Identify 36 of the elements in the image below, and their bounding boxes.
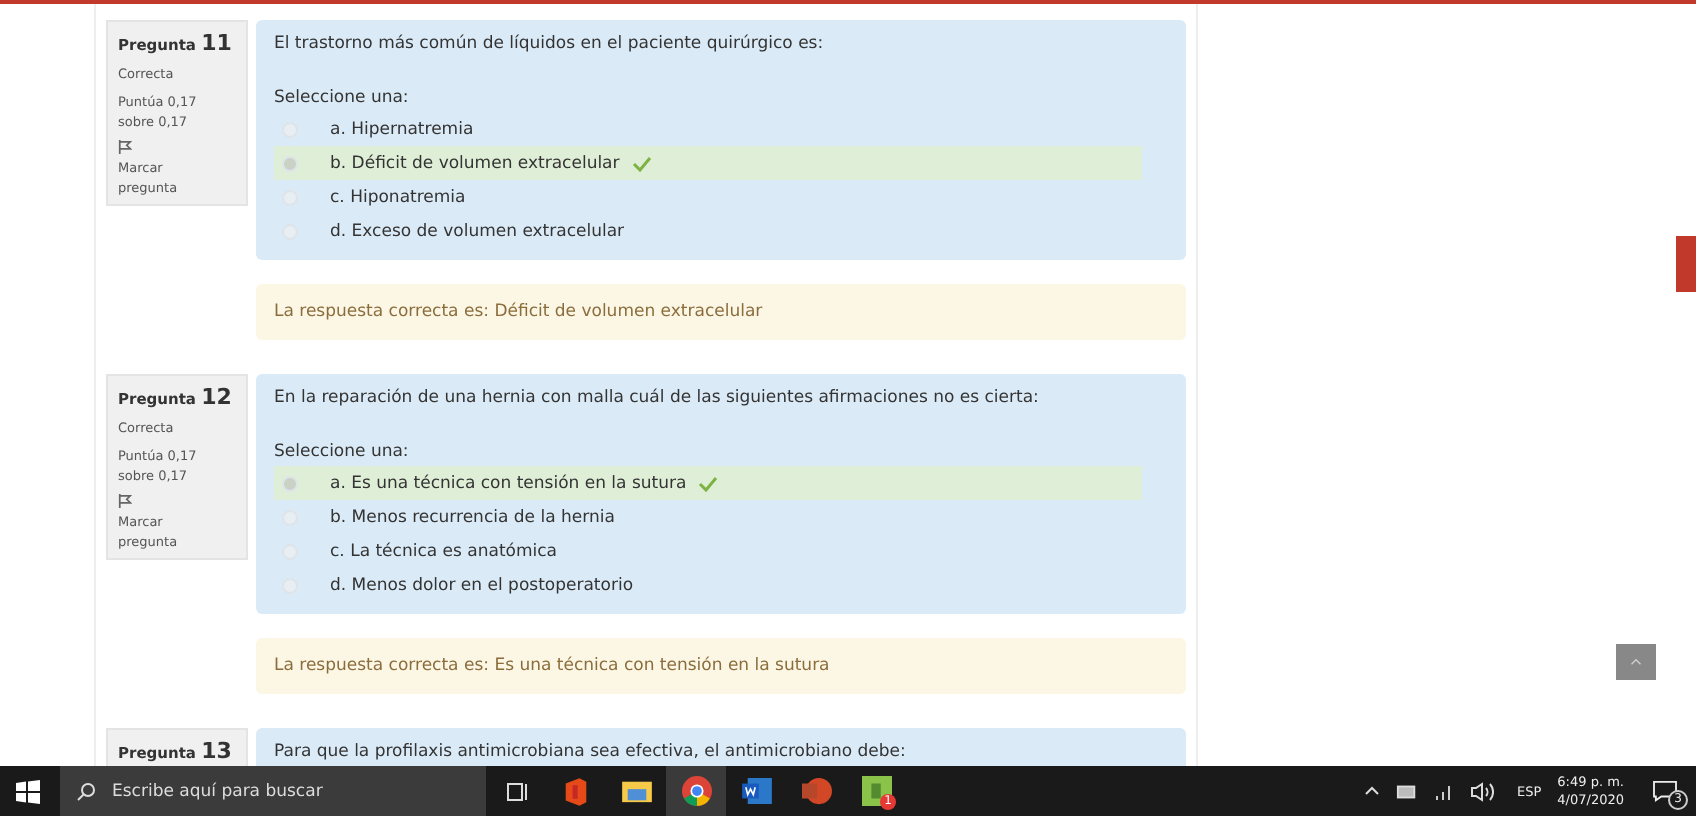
radio-button[interactable]	[282, 155, 298, 171]
question-text: En la reparación de una hernia con malla cuál de las siguientes afirmaciones no es cierta:	[274, 388, 1041, 412]
answer-option[interactable]: a. Es una técnica con tensión en la sutura	[274, 466, 1142, 500]
question-text: Para que la profilaxis antimicrobiana sea efectiva, el antimicrobiano debe:	[274, 742, 908, 766]
check-icon	[631, 155, 652, 171]
answer-prompt: Seleccione una:	[274, 442, 411, 466]
answer-option[interactable]: d. Exceso de volumen extracelular	[274, 214, 1142, 248]
radio-button[interactable]	[282, 475, 298, 491]
correct-answer-text: La respuesta correcta es: Déficit de volumen extracelular	[274, 302, 763, 322]
answer-option[interactable]: a. Hipernatremia	[274, 112, 1142, 146]
question-text: El trastorno más común de líquidos en el paciente quirúrgico es:	[274, 34, 826, 58]
chevron-up-icon[interactable]	[1363, 786, 1379, 796]
task-view-icon[interactable]	[506, 781, 530, 801]
folder-icon	[621, 778, 651, 804]
chrome-icon	[681, 776, 711, 806]
volume-icon[interactable]	[1469, 781, 1493, 801]
search-field[interactable]: Escribe aquí para buscar	[60, 766, 486, 816]
check-icon	[698, 475, 719, 491]
taskbar-button[interactable]	[666, 766, 726, 816]
flag-icon[interactable]	[118, 140, 132, 154]
answer-option[interactable]: d. Menos dolor en el postoperatorio	[274, 568, 1142, 602]
answer-option[interactable]: c. La técnica es anatómica	[274, 534, 1142, 568]
caret-icon	[1630, 658, 1642, 666]
message-icon	[1652, 780, 1678, 802]
answer-option[interactable]: b. Déficit de volumen extracelular	[274, 146, 1142, 180]
windows-icon[interactable]	[16, 779, 40, 803]
answer-option[interactable]: b. Menos recurrencia de la hernia	[274, 500, 1142, 534]
answer-option[interactable]: c. Hiponatremia	[274, 180, 1142, 214]
flag-icon[interactable]	[118, 494, 132, 508]
battery-icon[interactable]	[1395, 783, 1417, 799]
search-icon	[76, 781, 96, 801]
word-icon	[741, 778, 771, 804]
correct-answer-text: La respuesta correcta es: Es una técnica con tensión en la sutura	[274, 656, 830, 676]
app-icon	[861, 776, 891, 806]
answer-prompt: Seleccione una:	[274, 88, 411, 112]
wifi-icon[interactable]	[1433, 781, 1453, 801]
